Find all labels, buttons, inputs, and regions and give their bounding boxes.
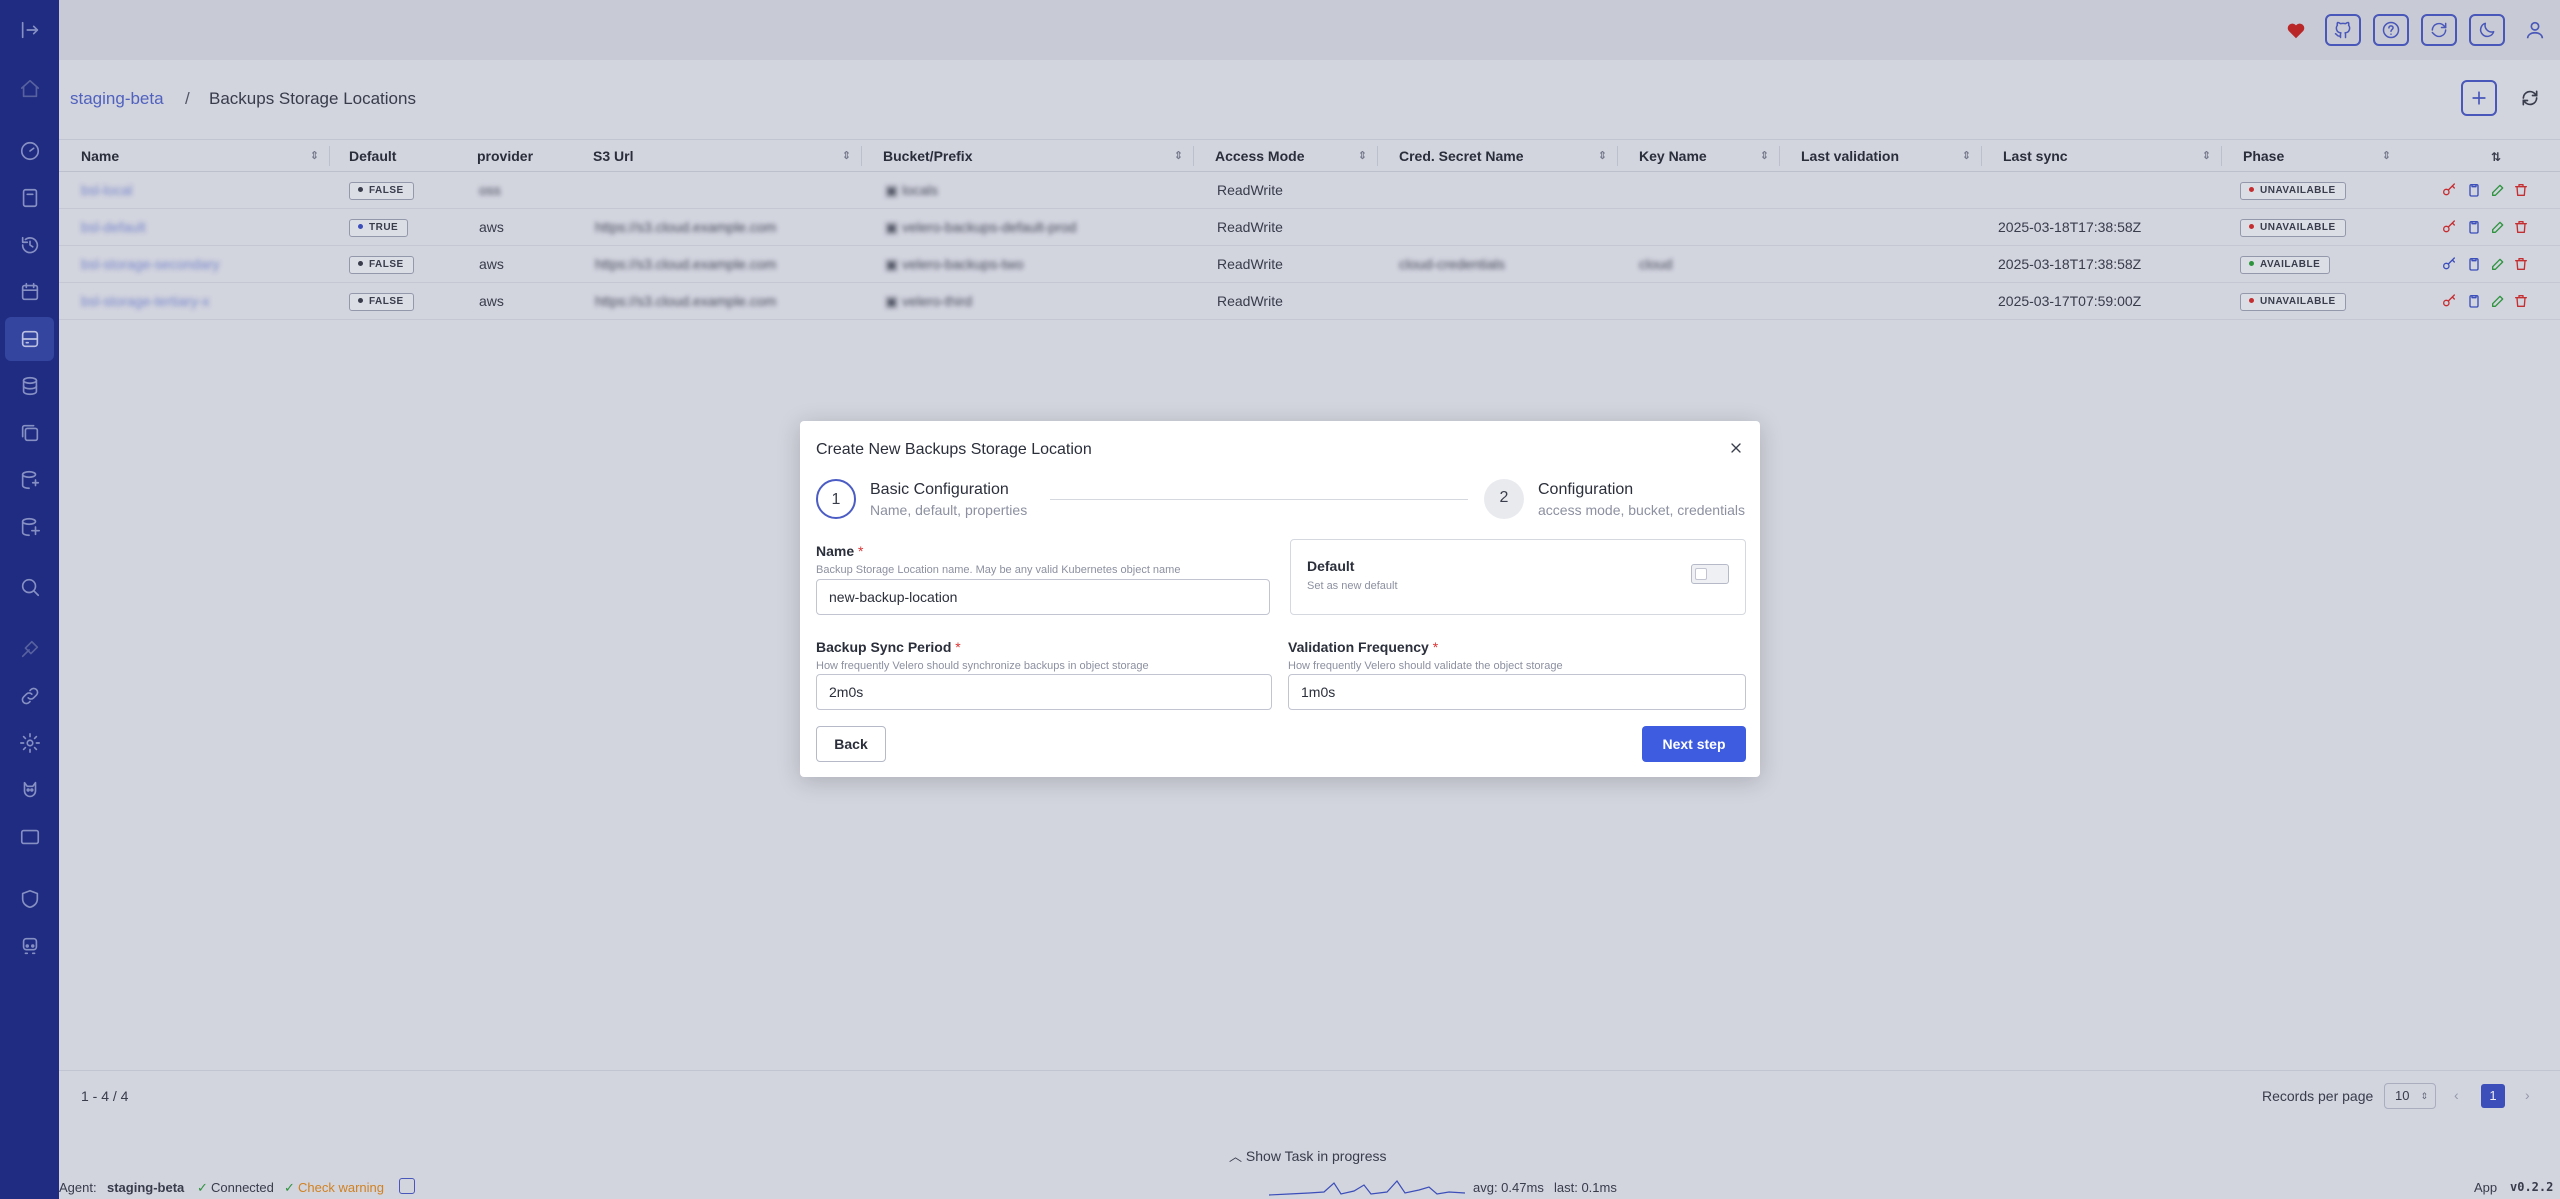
sync-period-input[interactable]: 2m0s bbox=[816, 674, 1272, 710]
create-bsl-dialog: Create New Backups Storage Location 1 Ba… bbox=[800, 421, 1760, 777]
sync-period-label: Backup Sync Period * bbox=[816, 639, 961, 655]
validation-frequency-label-text: Validation Frequency bbox=[1288, 639, 1429, 655]
step-1-title: Basic Configuration bbox=[870, 481, 1009, 498]
next-step-button[interactable]: Next step bbox=[1642, 726, 1746, 762]
stepper-connector bbox=[1050, 499, 1468, 500]
default-toggle[interactable] bbox=[1691, 564, 1729, 584]
name-description: Backup Storage Location name. May be any… bbox=[816, 564, 1181, 576]
toggle-knob bbox=[1695, 568, 1707, 580]
default-title: Default bbox=[1307, 558, 1355, 574]
default-toggle-card: Default Set as new default bbox=[1290, 539, 1746, 615]
required-mark: * bbox=[1432, 639, 1439, 655]
sync-period-description: How frequently Velero should synchronize… bbox=[816, 660, 1149, 672]
validation-frequency-label: Validation Frequency * bbox=[1288, 639, 1438, 655]
dialog-title: Create New Backups Storage Location bbox=[816, 441, 1092, 458]
default-subtitle: Set as new default bbox=[1307, 580, 1398, 592]
step-2-indicator: 2 bbox=[1484, 479, 1524, 519]
back-button[interactable]: Back bbox=[816, 726, 886, 762]
required-mark: * bbox=[955, 639, 961, 655]
step-2-title: Configuration bbox=[1538, 481, 1634, 498]
validation-frequency-input[interactable]: 1m0s bbox=[1288, 674, 1746, 710]
name-input[interactable]: new-backup-location bbox=[816, 579, 1270, 615]
step-1-subtitle: Name, default, properties bbox=[870, 502, 1028, 518]
step-1-indicator: 1 bbox=[816, 479, 856, 519]
step-2-subtitle: access mode, bucket, credentials bbox=[1538, 502, 1745, 518]
name-label: Name * bbox=[816, 543, 863, 559]
close-icon[interactable] bbox=[1728, 440, 1746, 458]
required-mark: * bbox=[858, 543, 864, 559]
name-label-text: Name bbox=[816, 543, 855, 559]
sync-period-label-text: Backup Sync Period bbox=[816, 639, 952, 655]
validation-frequency-description: How frequently Velero should validate th… bbox=[1288, 660, 1563, 672]
